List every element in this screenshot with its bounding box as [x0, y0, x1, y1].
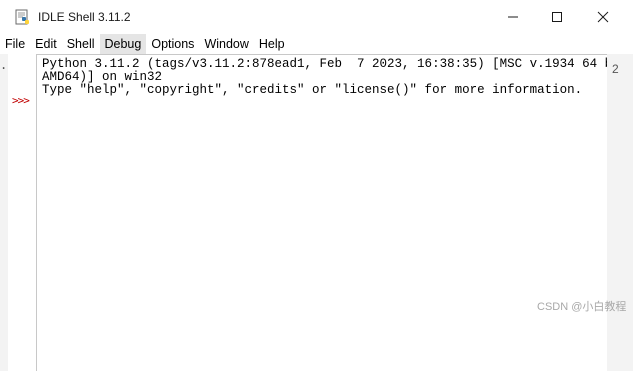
close-button[interactable] [580, 0, 626, 34]
close-icon [597, 11, 609, 23]
menu-help[interactable]: Help [254, 34, 290, 54]
window-title: IDLE Shell 3.11.2 [38, 10, 131, 24]
maximize-button[interactable] [534, 0, 580, 34]
menu-shell[interactable]: Shell [62, 34, 100, 54]
shell-output-line: Type "help", "copyright", "credits" or "… [42, 83, 583, 97]
right-edge-fragment: 2 [612, 62, 619, 76]
menu-debug[interactable]: Debug [99, 34, 147, 54]
minimize-icon [508, 16, 518, 18]
prompt-gutter: >>> [8, 54, 37, 371]
shell-text-area[interactable]: Python 3.11.2 (tags/v3.11.2:878ead1, Feb… [37, 54, 627, 371]
shell-prompt: >>> [12, 94, 30, 107]
menu-edit[interactable]: Edit [30, 34, 62, 54]
title-bar[interactable]: IDLE Shell 3.11.2 [0, 0, 633, 34]
vertical-scrollbar[interactable] [607, 54, 633, 371]
maximize-icon [552, 12, 562, 22]
watermark-text: CSDN @小白教程 [537, 301, 627, 313]
menu-options[interactable]: Options [146, 34, 199, 54]
shell-body: .2 >>> Python 3.11.2 (tags/v3.11.2:878ea… [0, 54, 633, 371]
menu-bar: File Edit Shell Debug Options Window Hel… [0, 34, 633, 54]
menu-file[interactable]: File [0, 34, 30, 54]
idle-shell-window: IDLE Shell 3.11.2 File Edit Shell Debug … [0, 0, 633, 371]
menu-window[interactable]: Window [199, 34, 253, 54]
minimize-button[interactable] [490, 0, 536, 34]
python-idle-icon [15, 9, 29, 25]
